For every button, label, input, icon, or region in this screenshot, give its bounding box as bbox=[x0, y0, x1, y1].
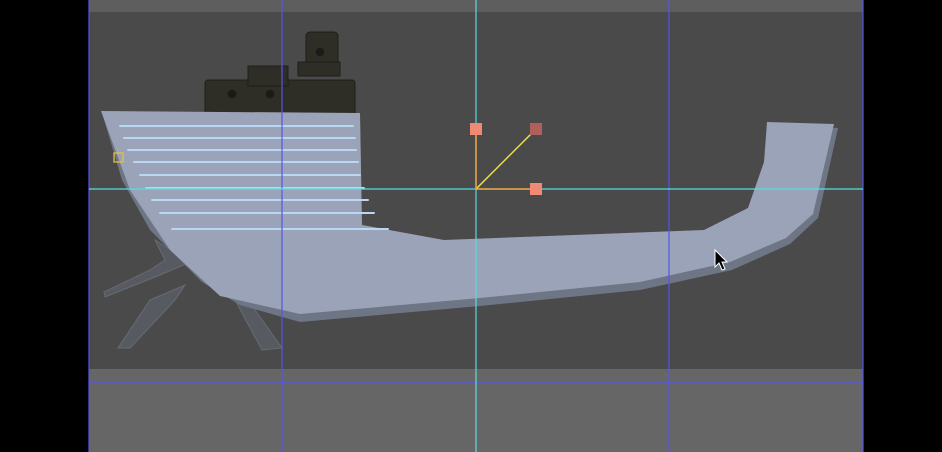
scale-handle-right[interactable] bbox=[530, 183, 542, 195]
3d-viewport[interactable] bbox=[0, 0, 942, 452]
viewport-canvas[interactable] bbox=[0, 0, 942, 452]
scale-handle-top[interactable] bbox=[470, 123, 482, 135]
rotation-handle[interactable] bbox=[530, 123, 542, 135]
